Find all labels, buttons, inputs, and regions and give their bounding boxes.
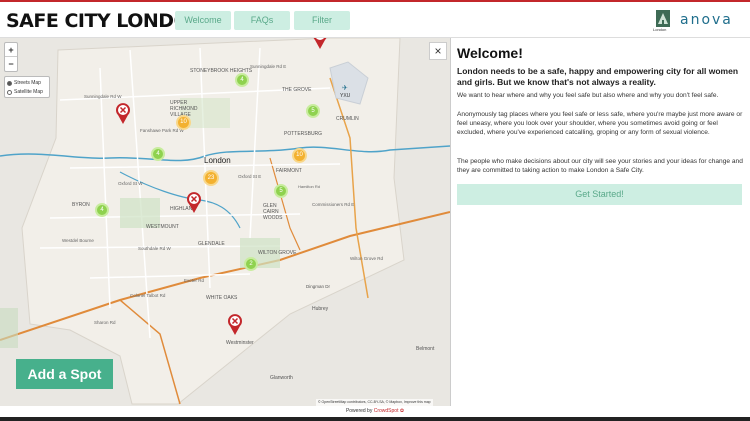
map-label: Fanshawe Park Rd W bbox=[140, 128, 184, 133]
get-started-button[interactable]: Get Started! bbox=[457, 184, 742, 205]
powered-by-text: Powered by bbox=[345, 408, 373, 414]
nav-filter-button[interactable]: Filter bbox=[294, 11, 350, 30]
map-label: THE GROVE bbox=[282, 87, 312, 93]
add-spot-button[interactable]: Add a Spot bbox=[16, 359, 113, 389]
zoom-control: + − bbox=[4, 42, 18, 72]
layer-label: Streets Map bbox=[14, 80, 41, 86]
footer: Powered by CrowdSpot ✿ bbox=[0, 406, 750, 417]
map-label: Dingman Dr bbox=[306, 284, 331, 289]
map-label: Southdale Rd W bbox=[138, 246, 171, 251]
cluster-marker[interactable]: 4 bbox=[95, 203, 109, 217]
city-label: London bbox=[204, 156, 231, 165]
map-label: Glanworth bbox=[270, 375, 293, 381]
cluster-marker[interactable]: 4 bbox=[235, 73, 249, 87]
cluster-marker[interactable]: 4 bbox=[151, 147, 165, 161]
cluster-marker[interactable]: 5 bbox=[274, 184, 288, 198]
browser-bottom-bar bbox=[0, 417, 750, 421]
map-label: Westdel Bourne bbox=[62, 238, 94, 243]
layer-switcher: Streets Map Satellite Map bbox=[4, 76, 50, 98]
map-label: Sunningdale Rd E bbox=[250, 64, 287, 69]
map-label: Oxford St W bbox=[118, 181, 143, 186]
map-label: Belmont bbox=[416, 346, 435, 352]
nav-faqs-button[interactable]: FAQs bbox=[234, 11, 290, 30]
cluster-marker[interactable]: 10 bbox=[176, 115, 191, 130]
panel-paragraph-3: The people who make decisions about our … bbox=[457, 158, 743, 174]
pin-marker-icon[interactable] bbox=[115, 103, 131, 125]
radio-selected-icon[interactable] bbox=[7, 81, 12, 86]
panel-paragraph-1: We want to hear where and why you feel s… bbox=[457, 92, 719, 99]
map-label: POTTERSBURG bbox=[284, 131, 323, 137]
map-label: WESTMOUNT bbox=[146, 224, 179, 230]
cluster-marker[interactable]: 10 bbox=[292, 148, 307, 163]
layer-option-streets[interactable]: Streets Map bbox=[7, 79, 47, 88]
map-label: Hubrey bbox=[312, 306, 329, 312]
pin-marker-icon[interactable] bbox=[186, 192, 202, 214]
map-label: UPPER RICHMOND VILLAGE bbox=[170, 100, 198, 118]
map-tiles[interactable] bbox=[0, 38, 450, 406]
close-panel-button[interactable]: × bbox=[429, 42, 447, 60]
layer-label: Satellite Map bbox=[14, 89, 43, 95]
map-label: Sunningdale Rd W bbox=[84, 94, 122, 99]
crowdspot-link[interactable]: CrowdSpot bbox=[374, 408, 399, 414]
crowdspot-logo-icon: ✿ bbox=[399, 408, 405, 414]
panel-lead: London needs to be a safe, happy and emp… bbox=[457, 66, 739, 87]
panel-paragraph-2: Anonymously tag places where you feel sa… bbox=[457, 111, 743, 136]
map-label: Hamilton Rd bbox=[298, 184, 321, 189]
pin-marker-icon[interactable] bbox=[312, 38, 328, 50]
zoom-in-button[interactable]: + bbox=[5, 43, 17, 57]
map-label: Wilton Grove Rd bbox=[350, 256, 384, 261]
map-attribution[interactable]: © OpenStreetMap contributors, CC-BY-SA, … bbox=[316, 399, 433, 406]
map-label: Commissioners Rd E bbox=[312, 202, 355, 207]
airport-icon: ✈ bbox=[342, 85, 348, 92]
map-label: WHITE OAKS bbox=[206, 295, 238, 301]
map-label: GLEN CAIRN WOODS bbox=[263, 203, 283, 221]
map-label: FAIRMONT bbox=[276, 168, 302, 174]
zoom-out-button[interactable]: − bbox=[5, 57, 17, 71]
cluster-marker[interactable]: 2 bbox=[244, 257, 258, 271]
panel-title: Welcome! bbox=[457, 45, 523, 61]
map-label: YXU bbox=[340, 93, 351, 99]
map-label: BYRON bbox=[72, 202, 90, 208]
map-label: Colonel Talbot Rd bbox=[130, 293, 166, 298]
map-label: Oxford St E bbox=[238, 174, 262, 179]
cluster-marker[interactable]: 5 bbox=[306, 104, 320, 118]
map-label: Exeter Rd bbox=[184, 278, 205, 283]
map-label: Westminster bbox=[226, 340, 254, 346]
pin-marker-icon[interactable] bbox=[227, 314, 243, 336]
anova-logo: anova bbox=[680, 12, 733, 28]
header: SAFE CITY LONDON Welcome FAQs Filter Lon… bbox=[0, 2, 750, 38]
map-label: Sharon Rd bbox=[94, 320, 116, 325]
radio-icon[interactable] bbox=[7, 90, 12, 95]
layer-option-satellite[interactable]: Satellite Map bbox=[7, 88, 47, 97]
map-label: CRUMLIN bbox=[336, 116, 359, 122]
london-logo-text: London bbox=[653, 27, 667, 32]
map-label: WILTON GROVE bbox=[258, 250, 297, 256]
map-label: GLENDALE bbox=[198, 241, 225, 247]
map[interactable]: STONEYBROOK HEIGHTS UPPER RICHMOND VILLA… bbox=[0, 38, 450, 406]
nav-welcome-button[interactable]: Welcome bbox=[175, 11, 231, 30]
cluster-marker[interactable]: 23 bbox=[203, 170, 219, 186]
